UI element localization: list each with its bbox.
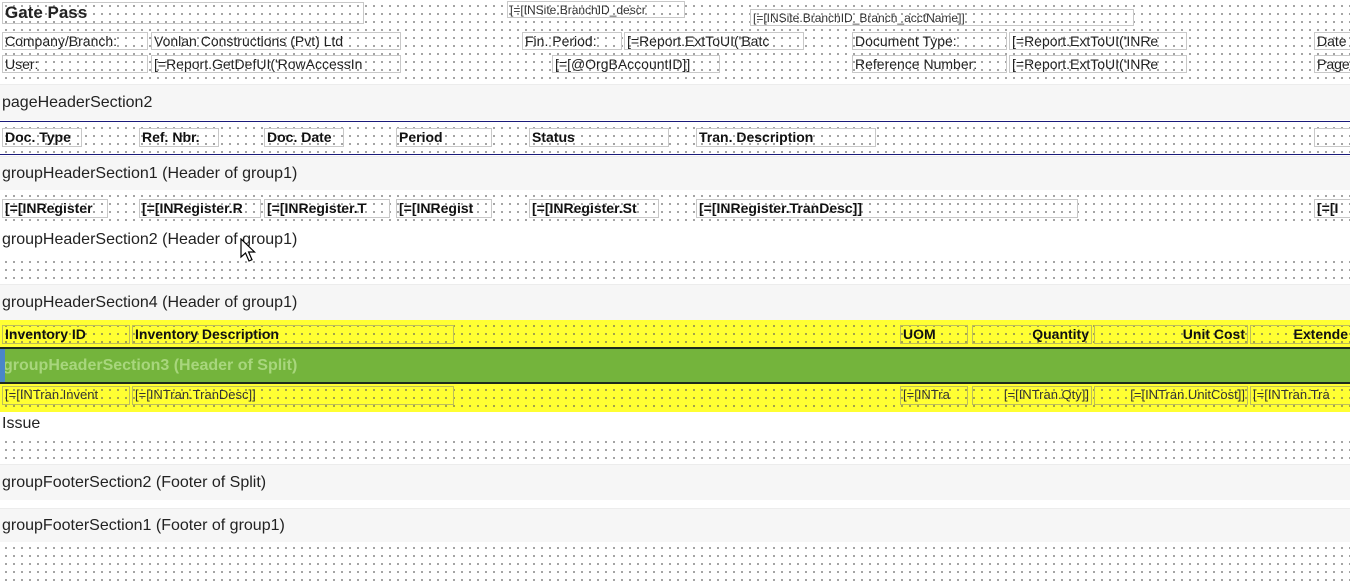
issue-band[interactable]: Issue: [0, 412, 1350, 436]
line-field-ext[interactable]: [=[INTran.Tra: [1250, 386, 1350, 405]
fin-period-value[interactable]: [=Report.ExtToUI('Batc: [624, 32, 804, 50]
line-col-extended[interactable]: Extende: [1250, 325, 1350, 344]
ref-number-value[interactable]: [=Report.ExtToUI('INRe: [1009, 55, 1187, 73]
branch-acct-field[interactable]: [=[INSite.BranchID_Branch_acctName]]: [750, 9, 1134, 26]
col-doc-type[interactable]: Doc. Type: [2, 128, 82, 147]
doc-type-label[interactable]: Document Type:: [852, 32, 1007, 50]
page-label[interactable]: Page: [1314, 55, 1350, 73]
group-header-section-2-band[interactable]: groupHeaderSection2 (Header of group1): [0, 224, 1350, 256]
date-label[interactable]: Date: [1314, 32, 1350, 50]
group-header-2-content: [0, 256, 1350, 284]
register-field-4[interactable]: [=[INRegist: [396, 199, 492, 218]
register-field-2[interactable]: [=[INRegister.R: [139, 199, 261, 218]
group-header-section-3-band[interactable]: groupHeaderSection3 (Header of Split): [0, 347, 1350, 384]
register-field-6[interactable]: [=[INRegister.TranDesc]]: [696, 199, 1078, 218]
line-field-qty[interactable]: [=[INTran.Qty]]: [972, 386, 1092, 405]
report-title[interactable]: Gate Pass: [2, 2, 364, 24]
group-footer-section-1-band[interactable]: groupFooterSection1 (Footer of group1): [0, 508, 1350, 542]
group-footer-1-content: [0, 542, 1350, 581]
ref-number-label[interactable]: Reference Number:: [852, 55, 1007, 73]
fin-period-label[interactable]: Fin. Period:: [522, 32, 622, 50]
col-tran-desc[interactable]: Tran. Description: [696, 128, 876, 147]
group-header-section-1-band[interactable]: groupHeaderSection1 (Header of group1): [0, 156, 1350, 190]
user-value[interactable]: [=Report.GetDefUI('RowAccessIn: [151, 55, 401, 73]
issue-content: [0, 436, 1350, 464]
register-field-5[interactable]: [=[INRegister.St: [529, 199, 659, 218]
company-value[interactable]: Vonlan Constructions (Pvt) Ltd: [151, 32, 401, 50]
col-ref-nbr[interactable]: Ref. Nbr.: [139, 128, 219, 147]
branch-descr-field[interactable]: [=[INSite.BranchID_descr: [507, 1, 685, 18]
line-col-unit-cost[interactable]: Unit Cost: [1094, 325, 1248, 344]
line-field-unit-cost[interactable]: [=[INTran.UnitCost]]: [1094, 386, 1248, 405]
org-account-field[interactable]: [=[@OrgBAccountID]]: [552, 55, 720, 73]
mouse-pointer-icon: [240, 238, 256, 262]
line-col-quantity[interactable]: Quantity: [972, 325, 1092, 344]
line-field-uom[interactable]: [=[INTra: [900, 386, 968, 405]
col-period[interactable]: Period: [396, 128, 492, 147]
user-label[interactable]: User:: [2, 55, 148, 73]
page-header-section-2-band[interactable]: pageHeaderSection2: [0, 84, 1350, 120]
bottom-rule: [0, 154, 1350, 155]
register-field-1[interactable]: [=[INRegister: [2, 199, 108, 218]
register-field-7[interactable]: [=[I: [1314, 199, 1350, 218]
col-doc-date[interactable]: Doc. Date: [264, 128, 344, 147]
line-col-inventory-id[interactable]: Inventory ID: [2, 325, 130, 344]
group-header-section-4-band[interactable]: groupHeaderSection4 (Header of group1): [0, 284, 1350, 320]
col-extra-box[interactable]: [1314, 128, 1350, 147]
doc-type-value[interactable]: [=Report.ExtToUI('INRe: [1009, 32, 1187, 50]
col-status[interactable]: Status: [529, 128, 669, 147]
line-col-inventory-desc[interactable]: Inventory Description: [132, 325, 454, 344]
line-field-inventory-id[interactable]: [=[INTran.Invent: [2, 386, 130, 405]
line-field-tran-desc[interactable]: [=[INTran.TranDesc]]: [132, 386, 454, 405]
group-footer-section-2-band[interactable]: groupFooterSection2 (Footer of Split): [0, 464, 1350, 500]
line-col-uom[interactable]: UOM: [900, 325, 968, 344]
left-edge-marker: [0, 349, 5, 382]
company-label[interactable]: Company/Branch:: [2, 32, 148, 50]
register-field-3[interactable]: [=[INRegister.T: [264, 199, 390, 218]
